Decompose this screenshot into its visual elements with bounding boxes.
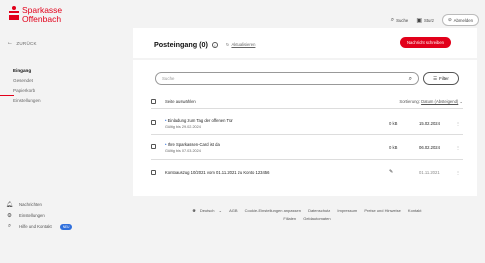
divider xyxy=(151,134,463,135)
divider xyxy=(151,108,463,109)
footer-link-impressum[interactable]: Impressum xyxy=(337,208,357,213)
unread-dot-icon: • xyxy=(165,142,167,147)
footer-link-preise[interactable]: Preise und Hinweise xyxy=(364,208,400,213)
message-subtitle: Gültig bis 07.03.2024 xyxy=(165,149,201,153)
filter-button[interactable]: ☰ Filter xyxy=(423,72,459,85)
bell-icon: 🔔︎ xyxy=(6,201,13,208)
footer-link-datenschutz[interactable]: Datenschutz xyxy=(308,208,330,213)
list-item[interactable]: • Ihre Sparkassen-Card ist da Gültig bis… xyxy=(151,142,463,153)
sidebar-item-eingang[interactable]: Eingang xyxy=(13,66,41,76)
sidebar-item-settings[interactable]: ⚙︎ Einstellungen xyxy=(6,210,72,221)
sidebar-item-papierkorb[interactable]: Papierkorb xyxy=(13,86,41,96)
sidebar-bottom-nav: 🔔︎ Nachrichten ⚙︎ Einstellungen ⌕ Hilfe … xyxy=(6,199,73,232)
message-title: Ihre Sparkassen-Card ist da xyxy=(167,142,220,147)
refresh-label: Aktualisieren xyxy=(231,42,256,47)
divider xyxy=(151,159,463,160)
chevron-down-icon: ⌄ xyxy=(459,98,463,104)
nachrichten-label: Nachrichten xyxy=(19,202,42,207)
more-options-icon[interactable]: ⋮ xyxy=(456,145,460,150)
search-label: Suche xyxy=(396,17,409,23)
active-indicator xyxy=(0,95,14,96)
row-checkbox[interactable] xyxy=(151,120,156,125)
help-label: Hilfe und Kontakt xyxy=(19,224,52,229)
info-icon[interactable]: i xyxy=(211,41,218,48)
arrow-left-icon: ← xyxy=(7,40,14,46)
search-placeholder: Suche xyxy=(162,76,175,81)
search-icon: ⌕ xyxy=(390,16,395,23)
sort-value: Datum (Absteigend) xyxy=(421,98,459,104)
message-title: Kontoauszug 10/2021 vom 01.11.2021 zu Ko… xyxy=(165,170,270,175)
gear-icon: ⚙︎ xyxy=(7,212,12,219)
list-item[interactable]: Kontoauszug 10/2021 vom 01.11.2021 zu Ko… xyxy=(151,169,463,175)
new-badge: NEU xyxy=(59,223,73,230)
list-item[interactable]: • Einladung zum Tag der offenen Tür Gült… xyxy=(151,118,463,129)
search-icon[interactable]: ⌕ xyxy=(409,73,412,85)
filter-label: Filter xyxy=(439,76,449,81)
logout-button[interactable]: ⊘ Abmelden xyxy=(442,14,479,26)
attachment-icon: ✎ xyxy=(389,169,394,175)
message-list-card: Suche ⌕ ☰ Filter Seite auswählen Sortier… xyxy=(133,60,477,196)
sort-label: Sortierung: xyxy=(399,98,420,104)
refresh-link[interactable]: ↻ Aktualisieren xyxy=(226,42,256,47)
message-date: 15.02.2024 xyxy=(419,121,440,126)
message-subtitle: Gültig bis 29.02.2024 xyxy=(165,125,201,129)
sparkasse-s-icon xyxy=(9,6,19,20)
message-size: 0 kB xyxy=(389,145,398,150)
footer-link-filialen[interactable]: Filialen xyxy=(283,216,296,221)
page-title-text: Posteingang (0) xyxy=(154,40,208,49)
postbox-label: Sturz xyxy=(424,17,435,23)
top-bar: ⌕ Suche ▣ Sturz ⊘ Abmelden xyxy=(391,14,479,26)
footer-link-cookies[interactable]: Cookie-Einstellungen anpassen xyxy=(245,208,301,213)
sidebar-item-einstellungen[interactable]: Einstellungen xyxy=(13,96,41,106)
footer-link-agb[interactable]: AGB xyxy=(229,208,237,213)
help-icon: ⌕ xyxy=(7,223,12,229)
more-options-icon[interactable]: ⋮ xyxy=(456,170,460,175)
sidebar-item-nachrichten[interactable]: 🔔︎ Nachrichten xyxy=(6,199,72,210)
refresh-icon: ↻ xyxy=(225,42,230,47)
message-size: 0 kB xyxy=(389,121,398,126)
footer: 🌐︎ Deutsch ⌄ AGB Cookie-Einstellungen an… xyxy=(172,207,442,223)
message-date: 01.11.2021 xyxy=(419,170,440,175)
search-button[interactable]: ⌕ Suche xyxy=(391,17,409,24)
footer-link-kontakt[interactable]: Kontakt xyxy=(408,208,422,213)
sparkasse-logo[interactable]: Sparkasse Offenbach xyxy=(9,6,62,24)
row-checkbox[interactable] xyxy=(151,144,156,149)
list-header: Seite auswählen Sortierung: Datum (Abste… xyxy=(151,96,463,106)
brand-line2: Offenbach xyxy=(22,14,62,24)
filter-icon: ☰ xyxy=(433,75,438,81)
more-options-icon[interactable]: ⋮ xyxy=(456,121,460,126)
sidebar-nav: Eingang Gesendet Papierkorb Einstellunge… xyxy=(13,66,41,106)
page-title: Posteingang (0) i ↻ Aktualisieren xyxy=(154,40,255,49)
search-input[interactable]: Suche ⌕ xyxy=(155,72,419,85)
logout-icon: ⊘ xyxy=(448,17,452,22)
main-area: ⌕ Suche ▣ Sturz ⊘ Abmelden Posteingang (… xyxy=(125,0,485,263)
postbox-button[interactable]: ▣ Sturz xyxy=(416,17,434,24)
settings-label: Einstellungen xyxy=(19,213,45,218)
select-all-label: Seite auswählen xyxy=(165,98,196,104)
message-date: 06.02.2024 xyxy=(419,145,440,150)
back-link[interactable]: ← ZURÜCK xyxy=(7,40,37,46)
sort-dropdown[interactable]: Sortierung: Datum (Absteigend) ⌄ xyxy=(399,99,463,104)
back-label: ZURÜCK xyxy=(16,40,37,46)
sidebar-item-gesendet[interactable]: Gesendet xyxy=(13,76,41,86)
sidebar-item-help[interactable]: ⌕ Hilfe und Kontakt NEU xyxy=(6,221,73,232)
mailbox-icon: ▣ xyxy=(416,17,422,24)
select-all-checkbox[interactable] xyxy=(151,98,156,104)
unread-dot-icon: • xyxy=(165,118,167,123)
footer-language[interactable]: 🌐︎ Deutsch ⌄ xyxy=(193,208,222,213)
logout-label: Abmelden xyxy=(453,17,473,23)
header-card: Posteingang (0) i ↻ Aktualisieren Nachri… xyxy=(133,28,477,58)
footer-link-geldautomaten[interactable]: Geldautomaten xyxy=(303,216,330,221)
sidebar: Sparkasse Offenbach ← ZURÜCK Eingang Ges… xyxy=(0,0,125,263)
compose-message-button[interactable]: Nachricht schreiben xyxy=(399,37,451,48)
message-title: Einladung zum Tag der offenen Tür xyxy=(167,118,233,123)
row-checkbox[interactable] xyxy=(151,170,156,175)
